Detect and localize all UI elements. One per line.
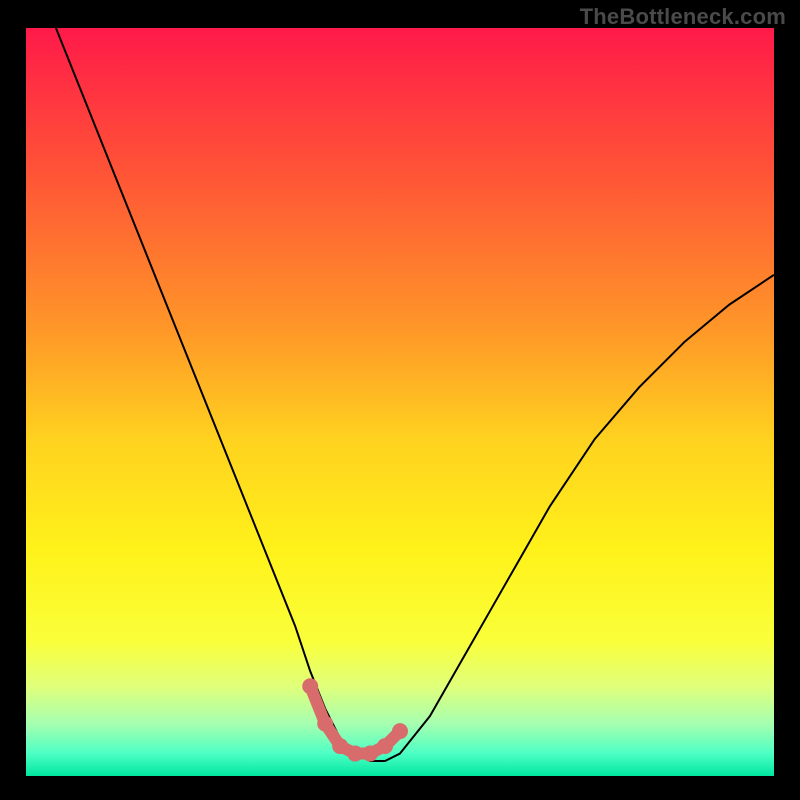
marker-point-3: [347, 746, 363, 762]
chart-frame: TheBottleneck.com: [0, 0, 800, 800]
marker-point-0: [302, 678, 318, 694]
marker-point-1: [317, 716, 333, 732]
plot-area: [26, 28, 774, 776]
chart-svg: [26, 28, 774, 776]
marker-point-4: [362, 746, 378, 762]
marker-point-6: [392, 723, 408, 739]
watermark-label: TheBottleneck.com: [580, 4, 786, 30]
marker-point-2: [332, 738, 348, 754]
gradient-background: [26, 28, 774, 776]
marker-point-5: [377, 738, 393, 754]
